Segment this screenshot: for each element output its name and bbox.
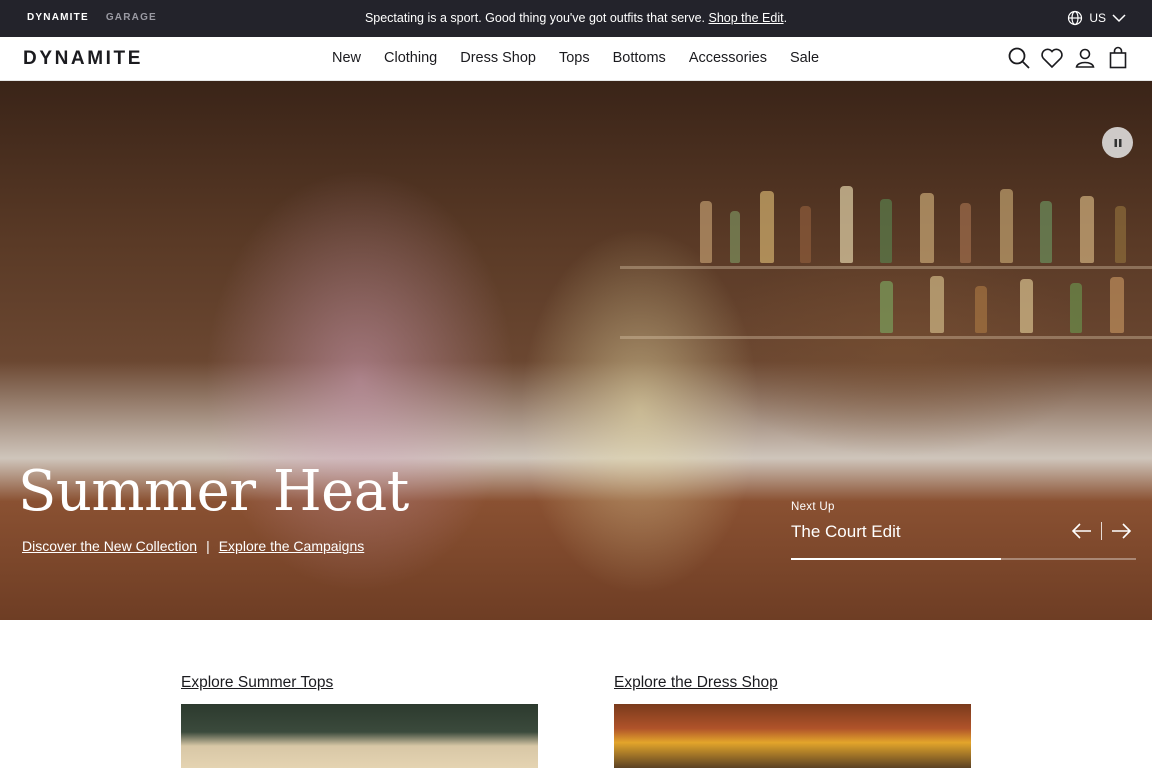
discover-collection-link[interactable]: Discover the New Collection [22,538,197,554]
arrow-right-icon[interactable] [1110,523,1132,539]
summer-tops-link[interactable]: Explore Summer Tops [181,674,538,692]
next-up-title[interactable]: The Court Edit [791,522,901,542]
hero-title: Summer Heat [18,459,409,524]
slide-progress-fill [791,558,1002,560]
utility-bar: DYNAMITE GARAGE Spectating is a sport. G… [0,0,1152,37]
globe-icon [1068,10,1083,26]
pause-button[interactable] [1102,127,1133,158]
arrow-left-icon[interactable] [1071,523,1093,539]
heart-icon[interactable] [1040,46,1064,70]
slide-progress-track [791,558,1136,560]
summer-tops-card: Explore Summer Tops [181,674,538,768]
search-icon[interactable] [1007,46,1031,70]
explore-campaigns-link[interactable]: Explore the Campaigns [219,538,365,554]
pause-icon [1114,138,1121,147]
account-icon[interactable] [1073,46,1097,70]
region-selector[interactable]: US [1067,10,1126,26]
hero-banner[interactable]: Summer Heat Discover the New Collection … [0,81,1152,620]
bag-icon[interactable] [1106,46,1130,70]
nav-item-clothing[interactable]: Clothing [384,50,437,66]
nav-item-new[interactable]: New [332,50,361,66]
main-header: DYNAMITE New Clothing Dress Shop Tops Bo… [0,37,1152,81]
dress-shop-image[interactable] [614,704,971,768]
dress-shop-link[interactable]: Explore the Dress Shop [614,674,971,692]
link-separator: | [206,538,210,554]
arrow-divider [1101,522,1102,540]
nav-item-tops[interactable]: Tops [559,50,590,66]
promo-period: . [783,11,788,25]
nav-item-bottoms[interactable]: Bottoms [613,50,666,66]
chevron-down-icon [1112,14,1126,23]
nav-item-sale[interactable]: Sale [790,50,819,66]
dress-shop-card: Explore the Dress Shop [614,674,971,768]
nav-item-accessories[interactable]: Accessories [689,50,767,66]
featured-section: Explore Summer Tops Explore the Dress Sh… [0,620,1152,768]
next-up-label: Next Up [791,501,835,513]
region-label: US [1089,11,1106,25]
site-logo[interactable]: DYNAMITE [23,48,143,70]
main-nav: New Clothing Dress Shop Tops Bottoms Acc… [332,50,819,66]
promo-link[interactable]: Shop the Edit [709,11,784,25]
summer-tops-image[interactable] [181,704,538,768]
header-icons [1007,46,1130,70]
nav-item-dress-shop[interactable]: Dress Shop [460,50,536,66]
promo-banner: Spectating is a sport. Good thing you've… [0,11,1152,25]
hero-links: Discover the New Collection | Explore th… [22,538,364,554]
carousel-controls [1071,522,1132,540]
promo-text: Spectating is a sport. Good thing you've… [364,11,706,25]
